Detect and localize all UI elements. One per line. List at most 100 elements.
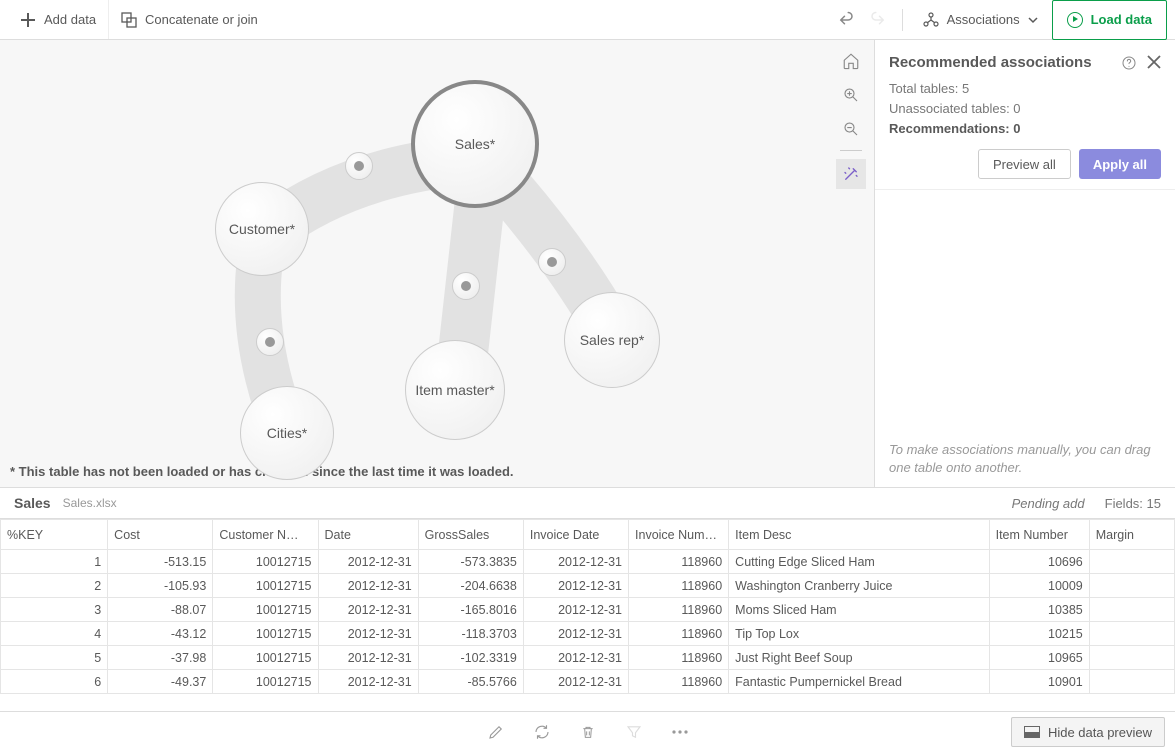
- redo-button[interactable]: [864, 6, 892, 34]
- footer-toolbar: Hide data preview: [0, 711, 1175, 751]
- hide-data-preview-button[interactable]: Hide data preview: [1011, 717, 1165, 747]
- cell: -43.12: [108, 622, 213, 646]
- cell: 10012715: [213, 670, 318, 694]
- concatenate-button[interactable]: Concatenate or join: [109, 0, 270, 39]
- more-icon[interactable]: [671, 723, 689, 741]
- apply-all-button[interactable]: Apply all: [1079, 149, 1161, 179]
- cell: 2012-12-31: [523, 598, 628, 622]
- cell: 118960: [629, 622, 729, 646]
- table-row[interactable]: 1-513.15100127152012-12-31-573.38352012-…: [1, 550, 1175, 574]
- table-row[interactable]: 5-37.98100127152012-12-31-102.33192012-1…: [1, 646, 1175, 670]
- cell: 10012715: [213, 646, 318, 670]
- cell: 2012-12-31: [523, 550, 628, 574]
- add-data-button[interactable]: Add data: [8, 0, 109, 39]
- col-item-desc[interactable]: Item Desc: [729, 520, 989, 550]
- filter-icon[interactable]: [625, 723, 643, 741]
- main-area: Sales* Customer* Cities* Item master* Sa…: [0, 40, 1175, 488]
- cell: 1: [1, 550, 108, 574]
- col-customer[interactable]: Customer N…: [213, 520, 318, 550]
- cell: 10009: [989, 574, 1089, 598]
- cell: 118960: [629, 598, 729, 622]
- cell: 10696: [989, 550, 1089, 574]
- footer-icons: [487, 723, 689, 741]
- bubble-cities[interactable]: Cities*: [240, 386, 334, 480]
- associations-dropdown[interactable]: Associations: [913, 4, 1048, 36]
- cell: 10965: [989, 646, 1089, 670]
- cell: 10385: [989, 598, 1089, 622]
- col-invoice-num[interactable]: Invoice Num…: [629, 520, 729, 550]
- cell: 10012715: [213, 550, 318, 574]
- close-icon[interactable]: [1147, 55, 1161, 71]
- cell: 2012-12-31: [523, 670, 628, 694]
- cell: 5: [1, 646, 108, 670]
- associations-icon: [923, 12, 939, 28]
- preview-all-button[interactable]: Preview all: [978, 149, 1071, 179]
- table-row[interactable]: 3-88.07100127152012-12-31-165.80162012-1…: [1, 598, 1175, 622]
- cell: Washington Cranberry Juice: [729, 574, 989, 598]
- cell: Fantastic Pumpernickel Bread: [729, 670, 989, 694]
- cell: 2012-12-31: [523, 646, 628, 670]
- cell: [1089, 622, 1174, 646]
- toolbar-left: Add data Concatenate or join: [8, 0, 270, 39]
- cell: 2012-12-31: [318, 574, 418, 598]
- rec-help-text: To make associations manually, you can d…: [889, 441, 1161, 477]
- cell: 2012-12-31: [523, 622, 628, 646]
- bubble-item-master[interactable]: Item master*: [405, 340, 505, 440]
- zoom-out-button[interactable]: [838, 116, 864, 142]
- cell: 3: [1, 598, 108, 622]
- play-icon: [1067, 12, 1083, 28]
- table-row[interactable]: 2-105.93100127152012-12-31-204.66382012-…: [1, 574, 1175, 598]
- cell: -88.07: [108, 598, 213, 622]
- bubble-customer[interactable]: Customer*: [215, 182, 309, 276]
- toolbar-right: Associations Load data: [832, 0, 1167, 39]
- help-icon[interactable]: [1121, 55, 1137, 71]
- rec-count: Recommendations: 0: [889, 119, 1161, 139]
- link-dot[interactable]: [256, 328, 284, 356]
- zoom-in-button[interactable]: [838, 82, 864, 108]
- preview-table-name: Sales: [14, 495, 51, 511]
- cell: 2012-12-31: [318, 646, 418, 670]
- panel-icon: [1024, 726, 1040, 738]
- rec-unassoc: Unassociated tables: 0: [889, 99, 1161, 119]
- edit-icon[interactable]: [487, 723, 505, 741]
- refresh-icon[interactable]: [533, 723, 551, 741]
- cell: [1089, 670, 1174, 694]
- plus-icon: [20, 12, 36, 28]
- preview-header: Sales Sales.xlsx Pending add Fields: 15: [0, 488, 1175, 518]
- cell: Moms Sliced Ham: [729, 598, 989, 622]
- link-dot[interactable]: [452, 272, 480, 300]
- home-button[interactable]: [838, 48, 864, 74]
- rec-title: Recommended associations: [889, 54, 1092, 71]
- cell: Cutting Edge Sliced Ham: [729, 550, 989, 574]
- col-item-num[interactable]: Item Number: [989, 520, 1089, 550]
- cell: -102.3319: [418, 646, 523, 670]
- cell: -85.5766: [418, 670, 523, 694]
- cell: 2012-12-31: [318, 550, 418, 574]
- col-invoice-date[interactable]: Invoice Date: [523, 520, 628, 550]
- data-grid[interactable]: %KEY Cost Customer N… Date GrossSales In…: [0, 518, 1175, 711]
- chevron-down-icon: [1028, 15, 1038, 25]
- preview-file-name: Sales.xlsx: [63, 496, 117, 510]
- cell: 10012715: [213, 598, 318, 622]
- load-data-button[interactable]: Load data: [1052, 0, 1167, 40]
- col-gross[interactable]: GrossSales: [418, 520, 523, 550]
- canvas[interactable]: Sales* Customer* Cities* Item master* Sa…: [0, 40, 875, 487]
- table-row[interactable]: 6-49.37100127152012-12-31-85.57662012-12…: [1, 670, 1175, 694]
- bubble-sales-rep[interactable]: Sales rep*: [564, 292, 660, 388]
- header-row: %KEY Cost Customer N… Date GrossSales In…: [1, 520, 1175, 550]
- recommendations-panel: Recommended associations Total tables: 5…: [875, 40, 1175, 487]
- bubble-sales[interactable]: Sales*: [411, 80, 539, 208]
- col-cost[interactable]: Cost: [108, 520, 213, 550]
- preview-fields: Fields: 15: [1105, 496, 1161, 511]
- hide-preview-label: Hide data preview: [1048, 725, 1152, 740]
- link-dot[interactable]: [345, 152, 373, 180]
- magic-wand-button[interactable]: [836, 159, 866, 189]
- col-margin[interactable]: Margin: [1089, 520, 1174, 550]
- cell: 2: [1, 574, 108, 598]
- col-key[interactable]: %KEY: [1, 520, 108, 550]
- undo-button[interactable]: [832, 6, 860, 34]
- table-row[interactable]: 4-43.12100127152012-12-31-118.37032012-1…: [1, 622, 1175, 646]
- delete-icon[interactable]: [579, 723, 597, 741]
- col-date[interactable]: Date: [318, 520, 418, 550]
- link-dot[interactable]: [538, 248, 566, 276]
